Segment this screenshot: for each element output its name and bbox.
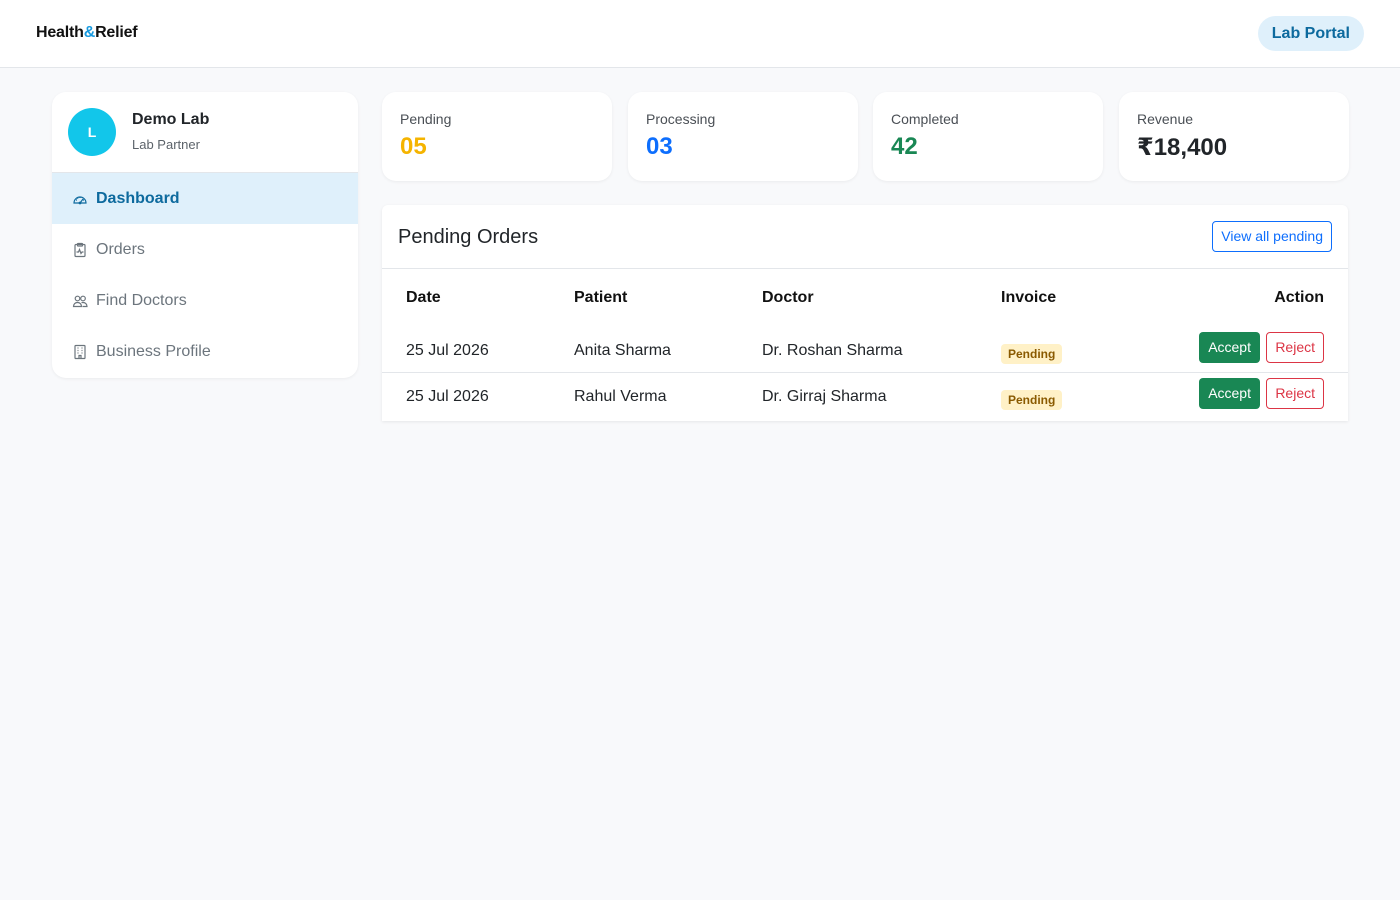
stat-card-pending: Pending 05	[382, 92, 612, 181]
stat-value: 42	[891, 133, 918, 160]
brand-text-health: Health	[36, 24, 84, 41]
brand-logo[interactable]: Health&Relief	[36, 24, 138, 42]
people-icon	[72, 293, 88, 309]
speedometer-icon	[72, 191, 88, 207]
stat-card-processing: Processing 03	[628, 92, 858, 181]
reject-button[interactable]: Reject	[1266, 378, 1324, 409]
sidebar-item-label: Dashboard	[96, 189, 180, 207]
stat-value: 03	[646, 133, 673, 160]
brand-ampersand: &	[83, 24, 96, 41]
accept-button[interactable]: Accept	[1199, 332, 1260, 363]
stat-value: 05	[400, 133, 427, 160]
sidebar-item-label: Orders	[96, 240, 145, 258]
cell-date: 25 Jul 2026	[406, 388, 489, 405]
clipboard-pulse-icon	[72, 242, 88, 258]
sidebar-item-label: Business Profile	[96, 342, 211, 360]
brand-text-relief: Relief	[95, 24, 138, 41]
profile-role: Lab Partner	[132, 137, 200, 152]
sidebar-item-label: Find Doctors	[96, 291, 187, 309]
stat-card-completed: Completed 42	[873, 92, 1103, 181]
column-header-patient: Patient	[574, 289, 628, 306]
column-header-doctor: Doctor	[762, 289, 814, 306]
column-header-invoice: Invoice	[1001, 289, 1057, 306]
sidebar: L Demo Lab Lab Partner Dashboard Orders …	[52, 92, 358, 378]
pending-orders-panel: Pending Orders View all pending Date Pat…	[382, 205, 1348, 421]
cell-doctor: Dr. Roshan Sharma	[762, 342, 903, 359]
table-header: Date Patient Doctor Invoice Action	[382, 269, 1348, 327]
stat-card-revenue: Revenue ₹18,400	[1119, 92, 1349, 181]
cell-doctor: Dr. Girraj Sharma	[762, 388, 887, 405]
invoice-status-badge: Pending	[1001, 344, 1063, 364]
sidebar-item-dashboard[interactable]: Dashboard	[52, 173, 358, 224]
cell-date: 25 Jul 2026	[406, 342, 489, 359]
cell-patient: Anita Sharma	[574, 342, 671, 359]
reject-button[interactable]: Reject	[1266, 332, 1324, 363]
avatar: L	[68, 108, 116, 156]
invoice-status-badge: Pending	[1001, 390, 1063, 410]
lab-portal-badge: Lab Portal	[1257, 16, 1364, 51]
panel-title: Pending Orders	[398, 226, 539, 248]
sidebar-item-business-profile[interactable]: Business Profile	[52, 326, 358, 377]
top-navbar: Health&Relief Lab Portal	[0, 0, 1400, 68]
stat-label: Completed	[891, 111, 959, 127]
sidebar-item-find-doctors[interactable]: Find Doctors	[52, 275, 358, 326]
building-icon	[72, 344, 88, 360]
column-header-action: Action	[1274, 289, 1324, 306]
stat-label: Pending	[400, 111, 452, 127]
stat-value: ₹18,400	[1137, 134, 1228, 161]
stat-label: Revenue	[1137, 111, 1194, 127]
table-row: 25 Jul 2026 Rahul Verma Dr. Girraj Sharm…	[382, 373, 1348, 421]
view-all-pending-button[interactable]: View all pending	[1212, 221, 1332, 252]
stat-label: Processing	[646, 111, 716, 127]
profile-card: L Demo Lab Lab Partner	[52, 92, 358, 173]
cell-patient: Rahul Verma	[574, 388, 667, 405]
table-row: 25 Jul 2026 Anita Sharma Dr. Roshan Shar…	[382, 327, 1348, 373]
accept-button[interactable]: Accept	[1199, 378, 1260, 409]
column-header-date: Date	[406, 289, 441, 306]
sidebar-item-orders[interactable]: Orders	[52, 224, 358, 275]
panel-header: Pending Orders View all pending	[382, 205, 1348, 269]
profile-name: Demo Lab	[132, 111, 210, 128]
